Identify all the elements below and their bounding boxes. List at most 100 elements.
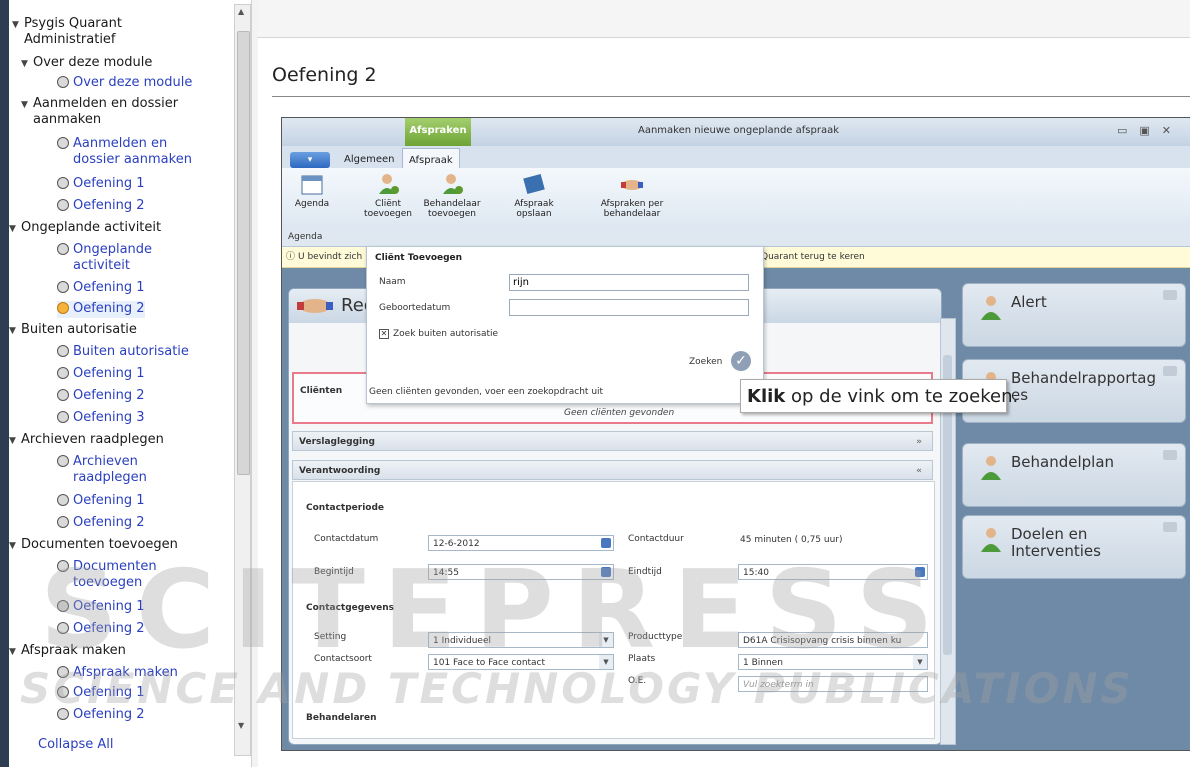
page-bullet-icon <box>57 367 69 379</box>
toc-item[interactable]: Oefening 1 <box>57 493 145 510</box>
behandelaar-toevoegen-button[interactable]: Behandelaar toevoegen <box>422 172 482 219</box>
person-icon <box>981 296 1001 320</box>
toc-item[interactable]: Aanmelden en dossier aanmaken <box>57 136 192 168</box>
expand-triangle-icon[interactable]: ▼ <box>9 221 21 237</box>
scroll-down-icon[interactable]: ▼ <box>238 721 244 730</box>
ribbon-group-bar: Agenda <box>282 230 1190 247</box>
verantwoording-header[interactable]: Verantwoording « <box>292 460 933 480</box>
chevron-down-icon[interactable]: » <box>916 432 922 452</box>
naam-input[interactable]: rijn <box>509 274 749 291</box>
card-alert[interactable]: Alert <box>962 283 1186 347</box>
page-bullet-icon <box>57 137 69 149</box>
scroll-up-icon[interactable]: ▲ <box>238 7 244 16</box>
card-doelen-en-interventies[interactable]: Doelen en Interventies <box>962 515 1186 579</box>
toc-item-label: Over deze module <box>73 75 193 90</box>
expand-triangle-icon[interactable]: ▼ <box>21 97 33 113</box>
expand-triangle-icon[interactable]: ▼ <box>9 433 21 449</box>
toc-item-label: Ongeplande activiteit <box>73 242 153 273</box>
app-menu-button[interactable]: ▾ <box>290 152 330 168</box>
tab-afspraak[interactable]: Afspraak <box>402 148 460 168</box>
toc-folder[interactable]: ▼ Over deze module <box>21 55 152 72</box>
info-icon: ⓘ <box>286 252 296 262</box>
toc-folder[interactable]: ▼ Archieven raadplegen <box>9 432 164 449</box>
toc-item-label: Oefening 1 <box>73 176 145 191</box>
title-divider <box>272 96 1190 97</box>
toc-item[interactable]: Oefening 2 <box>57 515 145 532</box>
toc-item[interactable]: Ongeplande activiteit <box>57 242 152 274</box>
page-bullet-icon <box>57 177 69 189</box>
toc-item[interactable]: Oefening 2 <box>57 388 145 405</box>
card-label: Behandelrapportag es <box>1011 369 1156 404</box>
dialog-title: Cliënt Toevoegen <box>375 253 463 263</box>
add-person-icon <box>379 174 399 194</box>
afspraken-per-behandelaar-button[interactable]: Afspraken per behandelaar <box>592 172 672 219</box>
toc-item-label: Aanmelden en dossier aanmaken <box>73 136 192 167</box>
toc-item-label: Oefening 2 <box>73 515 145 530</box>
section-label: Verslaglegging <box>299 437 375 447</box>
window-controls[interactable]: ▭▣✕ <box>1117 124 1183 137</box>
agenda-button[interactable]: Agenda <box>282 172 342 209</box>
card-corner-icon <box>1163 290 1177 300</box>
toc-item-label: Over deze module <box>33 55 153 70</box>
behandelaar-toevoegen-label: Behandelaar toevoegen <box>423 199 481 219</box>
toc-item[interactable]: Buiten autorisatie <box>57 344 189 361</box>
zoek-buiten-autorisatie-checkbox[interactable]: ✕ Zoek buiten autorisatie <box>379 329 498 339</box>
tooltip-text: op de vink om te zoeken. <box>785 386 1019 407</box>
expand-triangle-icon[interactable]: ▼ <box>12 17 24 33</box>
page-bullet-icon <box>57 281 69 293</box>
toc-item-label: Oefening 1 <box>73 493 145 508</box>
toc-item-label: Archieven raadplegen <box>73 454 147 485</box>
expand-triangle-icon[interactable]: ▼ <box>9 538 21 554</box>
calendar-icon[interactable] <box>601 538 611 548</box>
scrollbar-thumb[interactable] <box>237 31 250 475</box>
save-icon <box>523 173 545 195</box>
zoeken-label: Zoeken <box>689 357 723 367</box>
toc-item[interactable]: Oefening 2 <box>57 198 145 215</box>
toc-item[interactable]: Oefening 3 <box>57 410 145 427</box>
behandelaren-heading: Behandelaren <box>306 713 377 723</box>
toc-folder[interactable]: ▼ Psygis Quarant Administratief <box>12 16 122 48</box>
toc-item[interactable]: Oefening 1 <box>57 280 145 297</box>
checkbox-checked-icon[interactable]: ✕ <box>379 329 389 339</box>
toc-item[interactable]: Over deze module <box>57 75 192 92</box>
contactdatum-label: Contactdatum <box>314 534 379 544</box>
checkmark-search-button[interactable]: ✓ <box>731 351 751 371</box>
client-toevoegen-button[interactable]: Cliënt toevoegen <box>358 172 418 219</box>
page-bullet-icon <box>57 455 69 467</box>
toc-item[interactable]: Oefening 1 <box>57 176 145 193</box>
geboortedatum-label: Geboortedatum <box>379 303 451 313</box>
collapse-all-link[interactable]: Collapse All <box>38 737 114 752</box>
verslaglegging-header[interactable]: Verslaglegging » <box>292 431 933 451</box>
toc-item[interactable]: Archieven raadplegen <box>57 454 147 486</box>
toc-item-label: Oefening 3 <box>73 410 145 425</box>
naam-label: Naam <box>379 277 406 287</box>
card-behandelplan[interactable]: Behandelplan <box>962 443 1186 507</box>
afspraak-opslaan-button[interactable]: Afspraak opslaan <box>504 172 564 219</box>
toc-item-label: Oefening 2 <box>73 198 145 213</box>
left-edge-bar <box>0 0 9 767</box>
person-icon <box>981 456 1001 480</box>
card-label: Behandelplan <box>1011 453 1115 471</box>
toc-folder[interactable]: ▼ Ongeplande activiteit <box>9 220 161 237</box>
geboortedatum-input[interactable] <box>509 299 749 316</box>
expand-triangle-icon[interactable]: ▼ <box>9 323 21 339</box>
input-value: rijn <box>513 277 530 288</box>
ribbon: Agenda Cliënt toevoegen Behandelaar toev… <box>282 168 1190 231</box>
context-tab-afspraken[interactable]: Afspraken <box>405 118 471 146</box>
expand-triangle-icon[interactable]: ▼ <box>21 56 33 72</box>
toc-item[interactable]: Oefening 1 <box>57 366 145 383</box>
toc-item[interactable]: Oefening 2 <box>57 301 145 318</box>
info-text-left: U bevindt zich <box>298 252 363 262</box>
toc-item-label: Aanmelden en dossier aanmaken <box>33 96 179 127</box>
expand-triangle-icon[interactable]: ▼ <box>9 644 21 660</box>
toc-folder[interactable]: ▼ Buiten autorisatie <box>9 322 137 339</box>
contactduur-value: 45 minuten ( 0,75 uur) <box>740 535 843 545</box>
info-text-right: Quarant terug te keren <box>761 252 865 262</box>
chevron-up-icon[interactable]: « <box>916 461 922 481</box>
page-bullet-icon <box>57 389 69 401</box>
clienten-message: Geen cliënten gevonden, voer een zoekopd… <box>369 387 604 397</box>
toc-folder[interactable]: ▼ Aanmelden en dossier aanmaken <box>21 96 178 128</box>
page-bullet-icon <box>57 411 69 423</box>
tab-algemeen[interactable]: Algemeen <box>344 154 395 165</box>
toc-item-label: Buiten autorisatie <box>21 322 137 337</box>
